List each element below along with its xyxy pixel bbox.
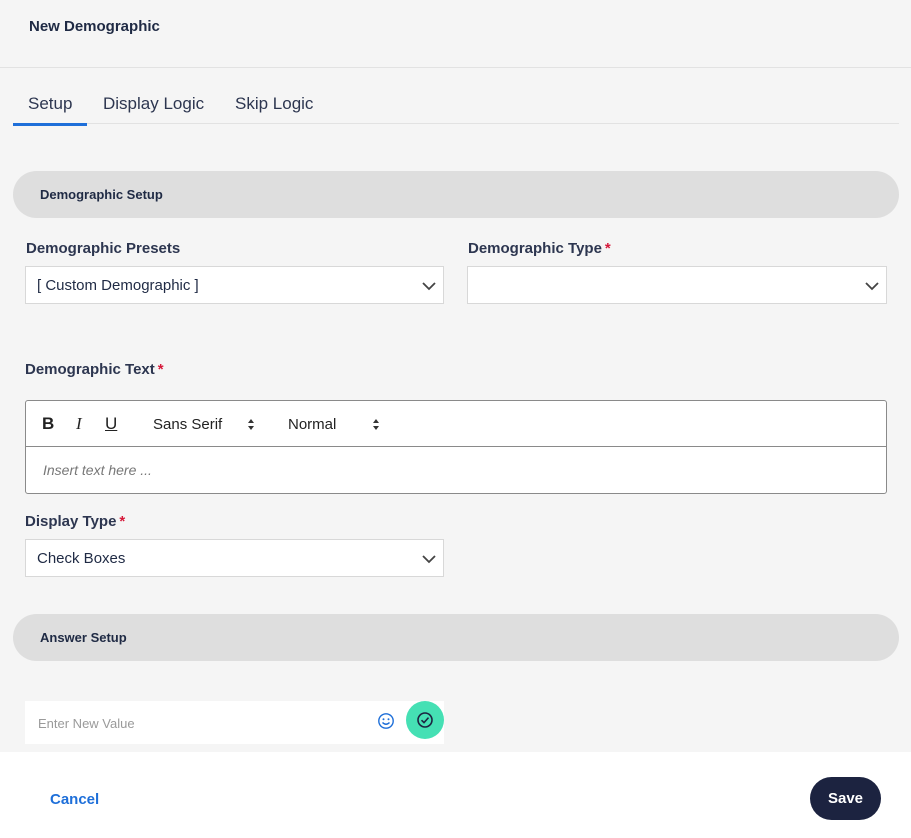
chevron-down-icon [422,282,436,291]
smiley-icon[interactable] [377,712,395,730]
type-select[interactable] [467,266,887,304]
cancel-button[interactable]: Cancel [50,791,99,808]
tab-bar: Setup Display Logic Skip Logic [12,84,899,126]
display-type-value: Check Boxes [37,550,126,567]
rich-text-editor: B I U Sans Serif Normal Insert text here… [25,400,887,494]
dialog-footer: Cancel Save [0,752,911,838]
type-label-text: Demographic Type [468,240,602,257]
presets-value: [ Custom Demographic ] [37,277,199,294]
section-title: Demographic Setup [40,187,163,202]
chevron-down-icon [422,555,436,564]
font-family-select[interactable]: Sans Serif [153,416,222,433]
dialog-header: New Demographic [0,0,911,68]
bold-button[interactable]: B [42,414,54,434]
dialog-title: New Demographic [29,18,160,35]
save-button[interactable]: Save [810,777,881,820]
text-label-text: Demographic Text [25,361,155,378]
new-value-input[interactable]: Enter New Value [25,701,444,744]
tab-display-logic[interactable]: Display Logic [103,94,204,114]
chevron-down-icon [865,282,879,291]
type-label: Demographic Type * [468,240,611,257]
presets-select[interactable]: [ Custom Demographic ] [25,266,444,304]
font-size-select[interactable]: Normal [288,416,336,433]
presets-label-text: Demographic Presets [26,240,181,257]
required-mark: * [157,361,164,378]
answer-setup-section[interactable]: Answer Setup [13,614,899,661]
tab-setup[interactable]: Setup [12,94,89,126]
required-mark: * [604,240,611,257]
display-type-select[interactable]: Check Boxes [25,539,444,577]
demographic-setup-section[interactable]: Demographic Setup [13,171,899,218]
display-type-label: Display Type * [25,513,125,530]
updown-arrows-icon [248,419,254,430]
editor-toolbar: B I U Sans Serif Normal [26,401,886,447]
tab-skip-logic[interactable]: Skip Logic [235,94,313,114]
confirm-value-button[interactable] [406,701,444,739]
presets-label: Demographic Presets [26,240,180,257]
editor-input[interactable]: Insert text here ... [43,462,152,478]
updown-arrows-icon [373,419,379,430]
section-title: Answer Setup [40,630,127,645]
underline-button[interactable]: U [105,414,117,434]
required-mark: * [119,513,126,530]
text-label: Demographic Text * [25,361,164,378]
italic-button[interactable]: I [76,414,82,434]
check-circle-icon [417,712,433,728]
display-type-label-text: Display Type [25,513,117,530]
new-value-placeholder: Enter New Value [38,716,135,731]
